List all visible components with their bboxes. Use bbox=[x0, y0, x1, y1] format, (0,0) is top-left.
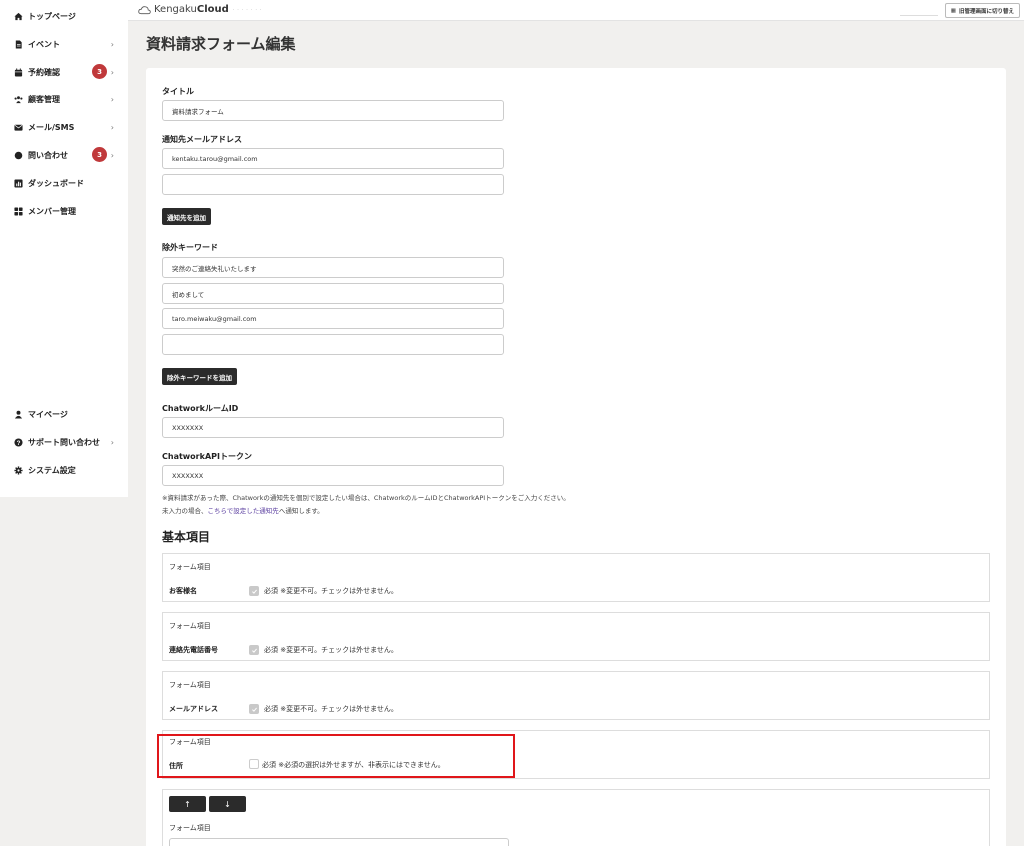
svg-text:?: ? bbox=[17, 439, 21, 446]
chevron-right-icon: › bbox=[110, 67, 114, 77]
required-checkbox bbox=[249, 645, 259, 655]
notification-badge: 3 bbox=[92, 64, 107, 79]
exclude-keyword-field[interactable]: 初めまして bbox=[162, 283, 504, 304]
sidebar-item-label: メンバー管理 bbox=[28, 206, 76, 216]
home-icon bbox=[14, 12, 23, 21]
form-item-phone: フォーム項目 連絡先電話番号 必須 ※変更不可。チェックは外せません。 bbox=[162, 612, 990, 661]
mail-icon bbox=[14, 123, 23, 132]
required-checkbox bbox=[249, 586, 259, 596]
person-icon bbox=[14, 410, 23, 419]
sidebar-item-label: イベント bbox=[28, 39, 60, 49]
exclude-keyword-field[interactable]: 突然のご連絡失礼いたします bbox=[162, 257, 504, 278]
switch-legacy-admin-button[interactable]: ▦ 旧管理画面に切り替え bbox=[944, 3, 1020, 18]
highlight-annotation bbox=[157, 734, 515, 778]
required-note: 必須 ※変更不可。チェックは外せません。 bbox=[264, 587, 398, 595]
chevron-right-icon: › bbox=[110, 150, 114, 160]
form-item-customer-name: フォーム項目 お客様名 必須 ※変更不可。チェックは外せません。 bbox=[162, 553, 990, 602]
notify-email-field[interactable] bbox=[162, 174, 504, 195]
help-icon: ? bbox=[14, 437, 23, 447]
sidebar-item-reservation[interactable]: 予約確認 3 › bbox=[14, 63, 122, 81]
sidebar-item-label: 顧客管理 bbox=[28, 94, 60, 104]
switch-legacy-admin-label: 旧管理画面に切り替え bbox=[958, 8, 1014, 15]
form-item-name: 連絡先電話番号 bbox=[169, 646, 218, 654]
app-logo[interactable]: Kengaku Cloud · · · · · · · bbox=[138, 4, 262, 15]
form-item-caption: フォーム項目 bbox=[169, 622, 211, 630]
note-prefix: 未入力の場合、 bbox=[162, 507, 208, 515]
form-item-select[interactable] bbox=[169, 838, 509, 846]
chatwork-note: ※資料請求があった際、Chatworkの通知先を個別で設定したい場合は、Chat… bbox=[162, 494, 570, 502]
sidebar-item-settings[interactable]: システム設定 bbox=[14, 461, 122, 479]
chevron-right-icon: › bbox=[110, 39, 114, 49]
sidebar: トップページ イベント › 予約確認 3 › 顧客管理 › メール/SMS › … bbox=[0, 0, 128, 497]
sidebar-item-top[interactable]: トップページ bbox=[14, 7, 122, 25]
brand-name-bold: Cloud bbox=[196, 4, 229, 15]
form-item-sortable: ↑ ↓ フォーム項目 bbox=[162, 789, 990, 846]
exclude-keyword-label: 除外キーワード bbox=[162, 243, 218, 252]
exclude-keyword-field[interactable] bbox=[162, 334, 504, 355]
sidebar-item-event[interactable]: イベント › bbox=[14, 35, 122, 53]
sidebar-item-label: メール/SMS bbox=[28, 122, 75, 132]
notify-email-label: 通知先メールアドレス bbox=[162, 135, 242, 144]
required-checkbox bbox=[249, 704, 259, 714]
sidebar-item-inquiry[interactable]: 問い合わせ 3 › bbox=[14, 146, 122, 164]
sidebar-item-support[interactable]: ? サポート問い合わせ › bbox=[14, 433, 122, 451]
note-suffix: へ通知します。 bbox=[278, 507, 324, 515]
calendar-icon bbox=[14, 67, 23, 77]
chatwork-room-input[interactable]: XXXXXXX bbox=[162, 417, 504, 438]
move-down-button[interactable]: ↓ bbox=[209, 796, 246, 812]
form-item-name: お客様名 bbox=[169, 587, 197, 595]
chevron-right-icon: › bbox=[110, 437, 114, 447]
notification-badge: 3 bbox=[92, 147, 107, 162]
exclude-keyword-field[interactable]: taro.meiwaku@gmail.com bbox=[162, 308, 504, 329]
chevron-right-icon: › bbox=[110, 122, 114, 132]
sidebar-item-label: システム設定 bbox=[28, 465, 76, 475]
switch-icon: ▦ bbox=[950, 7, 956, 14]
sidebar-item-mail[interactable]: メール/SMS › bbox=[14, 118, 122, 136]
grid-icon bbox=[14, 206, 23, 216]
form-card: タイトル 資料請求フォーム 通知先メールアドレス kentaku.tarou@g… bbox=[146, 68, 1006, 846]
move-up-button[interactable]: ↑ bbox=[169, 796, 206, 812]
add-exclude-keyword-button[interactable]: 除外キーワードを追加 bbox=[162, 368, 237, 385]
sidebar-item-label: ダッシュボード bbox=[28, 178, 84, 188]
chatwork-token-label: ChatworkAPIトークン bbox=[162, 452, 252, 461]
chatwork-token-input[interactable]: XXXXXXX bbox=[162, 465, 504, 486]
sidebar-item-label: トップページ bbox=[28, 11, 76, 21]
required-note: 必須 ※変更不可。チェックは外せません。 bbox=[264, 705, 398, 713]
top-header: Kengaku Cloud · · · · · · · ▦ 旧管理画面に切り替え bbox=[128, 0, 1024, 21]
sidebar-item-members[interactable]: メンバー管理 bbox=[14, 202, 122, 220]
basic-section-title: 基本項目 bbox=[162, 530, 211, 544]
chat-icon bbox=[14, 151, 23, 160]
form-item-caption: フォーム項目 bbox=[169, 681, 211, 689]
sidebar-item-label: 問い合わせ bbox=[28, 150, 68, 160]
chevron-right-icon: › bbox=[110, 94, 114, 104]
chatwork-room-label: ChatworkルームID bbox=[162, 404, 239, 413]
required-note: 必須 ※変更不可。チェックは外せません。 bbox=[264, 646, 398, 654]
cloud-icon bbox=[138, 5, 151, 14]
sidebar-item-customers[interactable]: 顧客管理 › bbox=[14, 90, 122, 108]
sidebar-item-label: サポート問い合わせ bbox=[28, 437, 100, 447]
form-item-caption: フォーム項目 bbox=[169, 563, 211, 571]
users-icon bbox=[14, 95, 23, 104]
sidebar-item-dashboard[interactable]: ダッシュボード bbox=[14, 174, 122, 192]
sidebar-item-label: 予約確認 bbox=[28, 67, 60, 77]
add-notify-button[interactable]: 通知先を追加 bbox=[162, 208, 211, 225]
page-title: 資料請求フォーム編集 bbox=[146, 35, 296, 53]
chatwork-note-fallback: 未入力の場合、こちらで設定した通知先へ通知します。 bbox=[162, 505, 324, 515]
title-label: タイトル bbox=[162, 87, 194, 96]
form-item-name: メールアドレス bbox=[169, 705, 218, 713]
gear-icon bbox=[14, 465, 23, 475]
form-item-email: フォーム項目 メールアドレス 必須 ※変更不可。チェックは外せません。 bbox=[162, 671, 990, 720]
form-item-caption: フォーム項目 bbox=[169, 824, 211, 832]
document-icon bbox=[14, 39, 23, 49]
brand-name-light: Kengaku bbox=[154, 4, 197, 15]
notify-email-field[interactable]: kentaku.tarou@gmail.com bbox=[162, 148, 504, 169]
notify-settings-link[interactable]: こちらで設定した通知先 bbox=[208, 507, 279, 515]
header-divider bbox=[900, 15, 938, 16]
sidebar-item-mypage[interactable]: マイページ bbox=[14, 405, 122, 423]
brand-tagline-mark: · · · · · · · bbox=[232, 7, 263, 12]
sidebar-item-label: マイページ bbox=[28, 409, 68, 419]
chart-icon bbox=[14, 178, 23, 188]
title-input[interactable]: 資料請求フォーム bbox=[162, 100, 504, 121]
